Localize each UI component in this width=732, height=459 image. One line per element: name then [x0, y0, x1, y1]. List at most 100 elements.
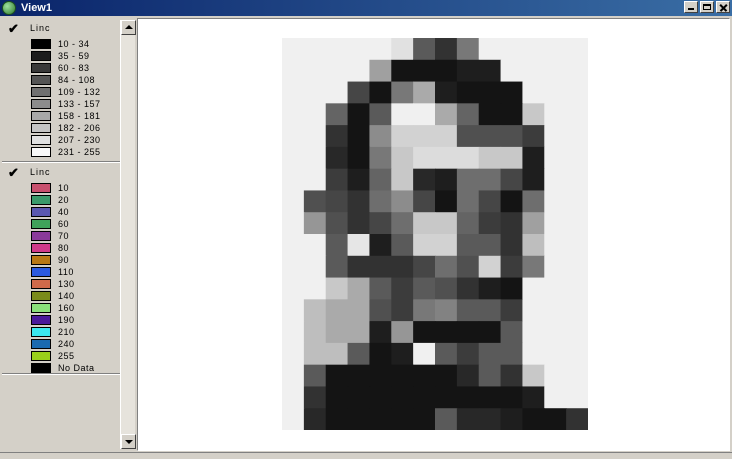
raster-cell	[566, 38, 588, 61]
legend-item[interactable]: 133 - 157	[31, 98, 101, 109]
scroll-down-button[interactable]	[121, 434, 136, 449]
layer-visibility-checkbox[interactable]: ✔	[8, 22, 21, 35]
raster-cell	[369, 342, 392, 366]
legend-item[interactable]: 40	[31, 206, 69, 217]
legend-item[interactable]: 210	[31, 326, 75, 337]
legend-item[interactable]: 60	[31, 218, 69, 229]
title-bar: View1	[0, 0, 732, 16]
raster-cell	[369, 212, 392, 235]
raster-cell	[456, 81, 480, 104]
layer-name[interactable]: Linc	[30, 23, 51, 33]
raster-cell	[413, 168, 436, 192]
raster-cell	[282, 190, 305, 213]
raster-cell	[544, 386, 567, 409]
legend-item[interactable]: 80	[31, 242, 69, 253]
raster-cell	[303, 277, 327, 300]
raster-cell	[303, 299, 327, 322]
raster-cell	[566, 190, 588, 213]
layer-visibility-checkbox[interactable]: ✔	[8, 166, 21, 179]
raster-cell	[413, 408, 436, 430]
raster-cell	[544, 125, 567, 148]
raster-cell	[435, 38, 458, 61]
maximize-button[interactable]	[700, 1, 714, 13]
raster-cell	[282, 81, 305, 104]
legend-item[interactable]: 110	[31, 266, 74, 277]
raster-cell	[500, 277, 524, 300]
raster-cell	[282, 234, 305, 257]
legend-item[interactable]: 190	[31, 314, 75, 325]
legend-item[interactable]: 158 - 181	[31, 110, 101, 121]
raster-cell	[566, 212, 588, 235]
raster-cell	[413, 234, 436, 257]
raster-cell	[325, 125, 349, 148]
raster-cell	[435, 146, 458, 170]
raster-cell	[435, 342, 458, 366]
legend-swatch	[31, 278, 51, 289]
minimize-button[interactable]	[684, 1, 698, 13]
raster-cell	[369, 38, 392, 61]
legend-swatch	[31, 314, 51, 325]
toc-scrollbar[interactable]	[120, 20, 136, 449]
legend-item[interactable]: 130	[31, 278, 75, 289]
raster-cell	[391, 234, 414, 257]
raster-cell	[435, 125, 458, 148]
close-button[interactable]	[716, 1, 730, 13]
raster-cell	[478, 342, 502, 366]
legend-item[interactable]: 207 - 230	[31, 134, 101, 145]
legend-item[interactable]: 10 - 34	[31, 38, 90, 49]
raster-cell	[544, 103, 567, 126]
legend-swatch	[31, 362, 51, 373]
legend-item[interactable]: 231 - 255	[31, 146, 101, 157]
layer-name[interactable]: Linc	[30, 167, 51, 177]
raster-cell	[347, 342, 371, 366]
legend-item[interactable]: 60 - 83	[31, 62, 90, 73]
raster-cell	[325, 38, 349, 61]
raster-cell	[478, 190, 502, 213]
legend-swatch	[31, 182, 51, 193]
raster-cell	[369, 190, 392, 213]
raster-cell	[369, 81, 392, 104]
legend-group-grayscale: ✔ Linc 10 - 34 35 - 59 60 - 83 84 - 108 109 …	[2, 18, 120, 162]
legend-item[interactable]: 109 - 132	[31, 86, 101, 97]
raster-cell	[282, 103, 305, 126]
legend-item[interactable]: 255	[31, 350, 75, 361]
raster-cell	[522, 103, 545, 126]
legend-item[interactable]: 160	[31, 302, 75, 313]
scroll-up-button[interactable]	[121, 20, 136, 35]
raster-cell	[391, 364, 414, 388]
raster-cell	[566, 277, 588, 300]
raster-cell	[347, 255, 371, 279]
legend-item[interactable]: 20	[31, 194, 69, 205]
legend-item[interactable]: 240	[31, 338, 75, 349]
raster-cell	[500, 321, 524, 344]
raster-cell	[282, 255, 305, 279]
legend-item[interactable]: 70	[31, 230, 69, 241]
legend-item[interactable]: 90	[31, 254, 69, 265]
raster-cell	[456, 168, 480, 192]
legend-item[interactable]: 35 - 59	[31, 50, 90, 61]
legend-item[interactable]: 140	[31, 290, 75, 301]
raster-cell	[303, 38, 327, 61]
table-of-contents: ✔ Linc 10 - 34 35 - 59 60 - 83 84 - 108 109 …	[2, 18, 120, 448]
legend-item[interactable]: No Data	[31, 362, 95, 373]
legend-swatch	[31, 242, 51, 253]
raster-cell	[369, 277, 392, 300]
raster-cell	[478, 212, 502, 235]
raster-cell	[303, 321, 327, 344]
raster-cell	[435, 408, 458, 430]
raster-cell	[522, 212, 545, 235]
legend-label: 240	[58, 338, 75, 349]
raster-cell	[500, 408, 524, 430]
legend-item[interactable]: 10	[31, 182, 69, 193]
legend-item[interactable]: 84 - 108	[31, 74, 95, 85]
raster-cell	[282, 38, 305, 61]
legend-label: 158 - 181	[58, 110, 101, 121]
raster-cell	[303, 255, 327, 279]
raster-cell	[500, 212, 524, 235]
map-display[interactable]	[137, 18, 730, 451]
legend-item[interactable]: 182 - 206	[31, 122, 101, 133]
raster-cell	[478, 59, 502, 83]
raster-cell	[347, 38, 371, 61]
raster-cell	[500, 168, 524, 192]
raster-cell	[456, 125, 480, 148]
